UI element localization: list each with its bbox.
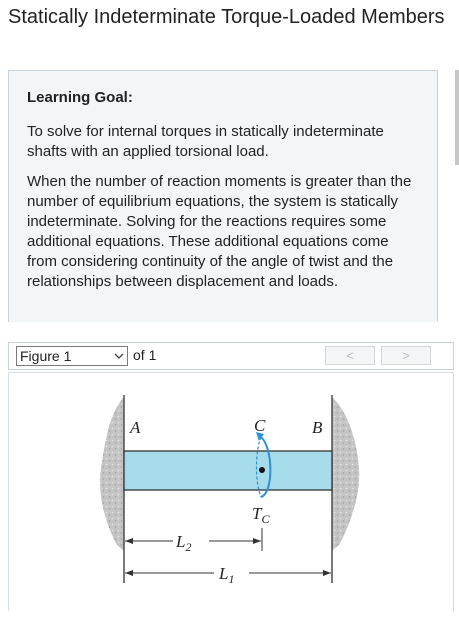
figure-select-value: Figure 1: [20, 348, 72, 364]
prev-figure-button[interactable]: <: [325, 346, 375, 365]
shaft-diagram: A C B TC L2 L1: [99, 395, 360, 586]
dim-l1-label: L1: [218, 564, 234, 586]
label-b: B: [312, 418, 323, 437]
learning-goal-text-1: To solve for internal torques in statica…: [27, 123, 384, 160]
figure-count: of 1: [133, 347, 157, 363]
learning-goal-text-2: When the number of reaction moments is g…: [27, 173, 412, 290]
dim-l2-label: L2: [175, 532, 191, 554]
torque-label: TC: [252, 504, 270, 526]
right-wall-support: [332, 397, 360, 551]
dim-l2-arrow-right: [253, 538, 261, 544]
learning-goal-panel: Learning Goal: To solve for internal tor…: [8, 70, 438, 322]
page-title: Statically Indeterminate Torque-Loaded M…: [8, 6, 445, 28]
shaft: [123, 450, 333, 491]
learning-goal-heading: Learning Goal:: [27, 89, 133, 106]
left-wall-support: [99, 397, 124, 551]
dim-l1-arrow-left: [125, 570, 133, 576]
dim-l1-arrow-right: [323, 570, 331, 576]
label-a: A: [129, 418, 141, 437]
next-figure-button[interactable]: >: [381, 346, 431, 365]
dim-l2-arrow-left: [125, 538, 133, 544]
point-c-marker: [259, 467, 265, 473]
chevron-down-icon: [114, 353, 124, 359]
chevron-left-icon: <: [346, 348, 354, 363]
label-c: C: [254, 416, 266, 435]
chevron-right-icon: >: [402, 348, 410, 363]
figure-toolbar: Figure 1 of 1 < >: [8, 342, 454, 370]
figure-panel: A C B TC L2 L1: [8, 372, 454, 611]
scrollbar-thumb[interactable]: [455, 70, 459, 165]
figure-select[interactable]: Figure 1: [16, 346, 128, 366]
